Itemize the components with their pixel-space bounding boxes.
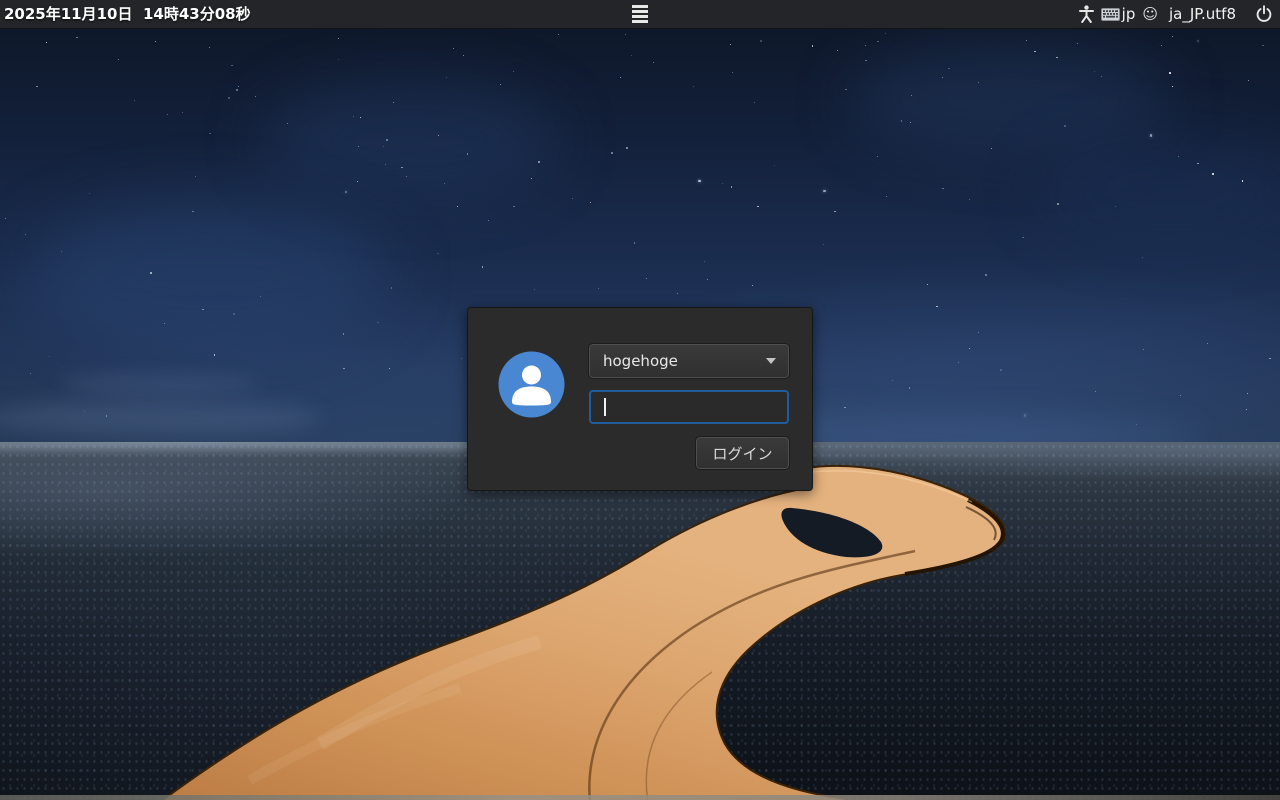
ground-background <box>0 442 1280 800</box>
selected-username: hogehoge <box>590 352 766 370</box>
chevron-down-icon <box>766 358 776 364</box>
login-dialog: hogehoge ログイン <box>467 307 813 491</box>
password-field <box>589 390 789 424</box>
power-icon[interactable] <box>1255 5 1273 23</box>
keyboard-layout-label: jp <box>1122 5 1136 23</box>
bottom-edge-strip <box>0 795 1280 800</box>
clock: 2025年11月10日 14時43分08秒 <box>4 0 251 28</box>
login-screen: hogehoge ログイン 2025年11月10日 14時43分08秒 <box>0 0 1280 800</box>
user-select-dropdown[interactable]: hogehoge <box>589 344 789 378</box>
password-input[interactable] <box>591 392 787 422</box>
user-avatar-icon <box>498 351 565 418</box>
indicator-tray: jp ☺ ja_JP.utf8 <box>1079 0 1280 28</box>
smiley-face-icon[interactable]: ☺ <box>1142 0 1158 28</box>
locale-label: ja_JP.utf8 <box>1169 5 1236 23</box>
login-button[interactable]: ログイン <box>696 437 789 469</box>
hamburger-menu-icon[interactable] <box>626 0 654 28</box>
accessibility-icon[interactable] <box>1079 5 1094 23</box>
keyboard-layout-indicator[interactable]: jp <box>1101 5 1136 23</box>
horizon-mist <box>60 372 260 394</box>
top-panel: 2025年11月10日 14時43分08秒 <box>0 0 1280 29</box>
text-caret <box>604 398 606 416</box>
keyboard-icon <box>1101 8 1120 21</box>
